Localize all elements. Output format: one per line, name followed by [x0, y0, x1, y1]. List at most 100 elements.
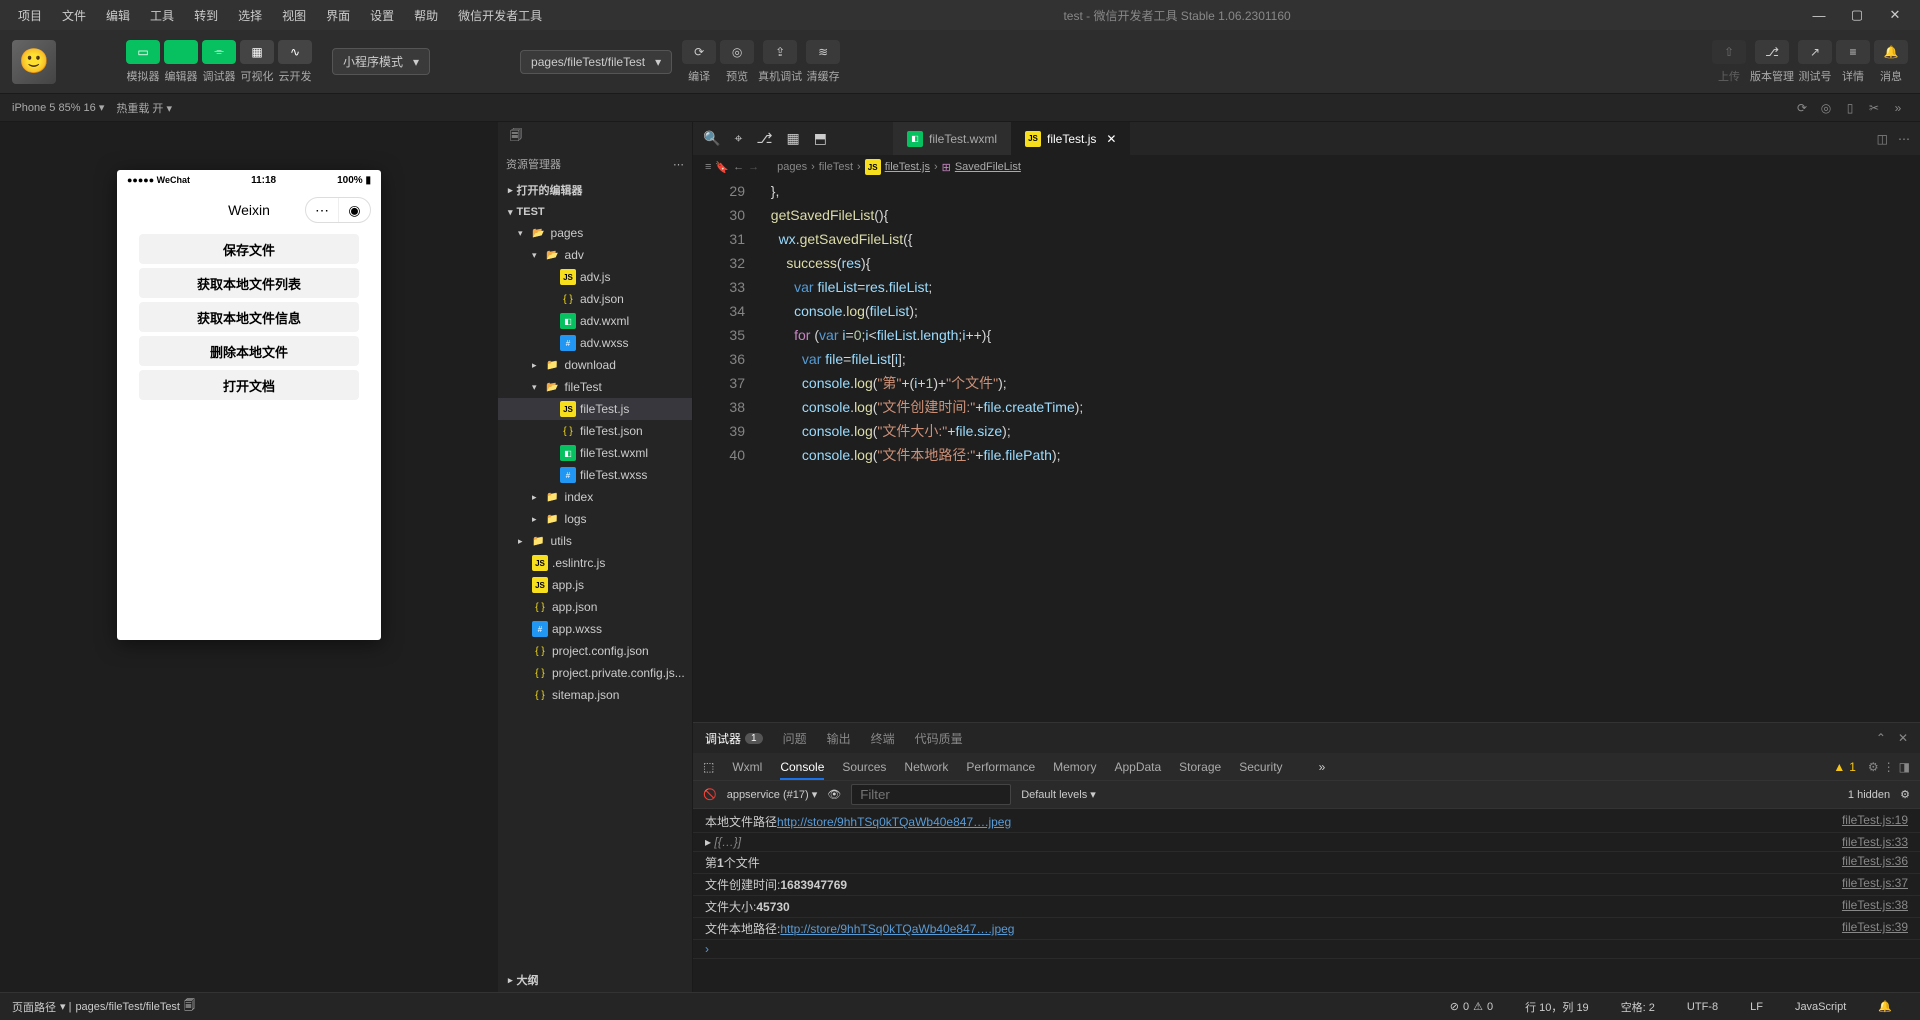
tree-item[interactable]: ▾📂pages — [498, 222, 692, 244]
app-button[interactable]: 保存文件 — [139, 234, 359, 264]
bc-bookmark-icon[interactable]: 🔖 — [715, 161, 729, 174]
devtabs-more-icon[interactable]: » — [1319, 760, 1326, 774]
tree-item[interactable]: { }fileTest.json — [498, 420, 692, 442]
dock-icon[interactable]: ◨ — [1899, 760, 1910, 774]
ext-icon[interactable]: ▦ — [786, 130, 799, 147]
cursor-icon[interactable]: ⌖ — [734, 130, 742, 147]
cut-icon[interactable]: ✂ — [1864, 98, 1884, 118]
cursor-pos[interactable]: 行 10，列 19 — [1525, 999, 1589, 1015]
tree-item[interactable]: ▾📂fileTest — [498, 376, 692, 398]
hotreload-toggle[interactable]: 热重载 开 ▾ — [116, 100, 172, 116]
home-icon[interactable]: ◎ — [1816, 98, 1836, 118]
eol[interactable]: LF — [1750, 999, 1763, 1015]
console-row[interactable]: 本地文件路径http://store/9hhTSq0kTQaWb40e847….… — [693, 811, 1920, 833]
console-row[interactable]: ▸ [{…}]fileTest.js:33 — [693, 833, 1920, 852]
menu-帮助[interactable]: 帮助 — [406, 4, 446, 27]
action-预览[interactable]: ◎预览 — [720, 40, 754, 84]
console-row[interactable]: 文件创建时间:1683947769fileTest.js:37 — [693, 874, 1920, 896]
devtab-AppData[interactable]: AppData — [1114, 760, 1161, 774]
dots-icon[interactable]: ⋮ — [1883, 760, 1895, 774]
errors-count[interactable]: ⊘ 0 ⚠ 0 — [1450, 999, 1493, 1015]
outline-section[interactable]: ▸大纲 — [498, 968, 692, 992]
tab-debugger[interactable]: 调试器1 — [705, 730, 763, 747]
tree-item[interactable]: { }project.private.config.js... — [498, 662, 692, 684]
device-select[interactable]: iPhone 5 85% 16 ▾ — [12, 101, 104, 114]
devtab-Sources[interactable]: Sources — [842, 760, 886, 774]
eye-icon[interactable]: 👁 — [827, 788, 841, 801]
tree-item[interactable]: ▸📁download — [498, 354, 692, 376]
devtab-Network[interactable]: Network — [904, 760, 948, 774]
indent[interactable]: 空格: 2 — [1621, 999, 1655, 1015]
warning-icon[interactable]: ▲ — [1833, 760, 1845, 774]
menu-编辑[interactable]: 编辑 — [98, 4, 138, 27]
raction-消息[interactable]: 🔔消息 — [1874, 40, 1908, 84]
encoding[interactable]: UTF-8 — [1687, 999, 1718, 1015]
tree-item[interactable]: { }project.config.json — [498, 640, 692, 662]
bc-fwd-icon[interactable]: → — [748, 161, 759, 173]
tree-item[interactable]: #adv.wxss — [498, 332, 692, 354]
menu-微信开发者工具[interactable]: 微信开发者工具 — [450, 4, 550, 27]
tree-item[interactable]: ▸📁utils — [498, 530, 692, 552]
branch-icon[interactable]: ⎇ — [756, 130, 772, 147]
inspect-icon[interactable]: ⬚ — [703, 760, 714, 774]
capsule[interactable]: ⋯ ◉ — [305, 197, 371, 223]
tree-item[interactable]: { }sitemap.json — [498, 684, 692, 706]
mode-编辑器[interactable]: 编辑器 — [164, 40, 198, 84]
avatar[interactable]: 🙂 — [12, 40, 56, 84]
console-row[interactable]: 文件大小:45730fileTest.js:38 — [693, 896, 1920, 918]
console-row[interactable]: 第1个文件fileTest.js:36 — [693, 852, 1920, 874]
console-output[interactable]: 本地文件路径http://store/9hhTSq0kTQaWb40e847….… — [693, 809, 1920, 992]
bc-nav-icon[interactable]: ≡ — [705, 161, 711, 173]
tab-quality[interactable]: 代码质量 — [915, 730, 963, 747]
tab-fileTest.wxml[interactable]: ◧fileTest.wxml — [893, 122, 1011, 155]
search-icon[interactable]: 🔍 — [703, 130, 720, 147]
close-button[interactable]: ✕ — [1880, 5, 1910, 25]
raction-测试号[interactable]: ↗测试号 — [1798, 40, 1832, 84]
tree-item[interactable]: ▸📁logs — [498, 508, 692, 530]
split-icon[interactable]: ◫ — [1877, 132, 1888, 146]
app-button[interactable]: 删除本地文件 — [139, 336, 359, 366]
tree-item[interactable]: JSapp.js — [498, 574, 692, 596]
tree-item[interactable]: { }app.json — [498, 596, 692, 618]
tree-item[interactable]: { }adv.json — [498, 288, 692, 310]
tree-item[interactable]: ◧adv.wxml — [498, 310, 692, 332]
files-icon[interactable]: 🗐 — [510, 126, 522, 147]
mode-模拟器[interactable]: ▭模拟器 — [126, 40, 160, 84]
action-编译[interactable]: ⟳编译 — [682, 40, 716, 84]
console-gear-icon[interactable]: ⚙ — [1900, 788, 1910, 801]
bell-icon[interactable]: 🔔 — [1878, 999, 1892, 1015]
raction-版本管理[interactable]: ⎇版本管理 — [1750, 40, 1794, 84]
raction-上传[interactable]: ⇧上传 — [1712, 40, 1746, 84]
tree-item[interactable]: #app.wxss — [498, 618, 692, 640]
menu-选择[interactable]: 选择 — [230, 4, 270, 27]
minimize-button[interactable]: — — [1804, 5, 1834, 25]
app-button[interactable]: 打开文档 — [139, 370, 359, 400]
devtab-Performance[interactable]: Performance — [966, 760, 1035, 774]
capsule-menu-icon[interactable]: ⋯ — [306, 198, 338, 222]
page-select[interactable]: pages/fileTest/fileTest▾ — [520, 50, 672, 74]
mode-云开发[interactable]: ∿云开发 — [278, 40, 312, 84]
tab-problems[interactable]: 问题 — [783, 730, 807, 747]
gear-icon[interactable]: ⚙ — [1868, 760, 1879, 774]
menu-界面[interactable]: 界面 — [318, 4, 358, 27]
tree-item[interactable]: JSadv.js — [498, 266, 692, 288]
project-section[interactable]: ▾TEST — [498, 202, 692, 222]
tree-item[interactable]: #fileTest.wxss — [498, 464, 692, 486]
menu-项目[interactable]: 项目 — [10, 4, 50, 27]
mode-select[interactable]: 小程序模式▾ — [332, 48, 430, 75]
opened-editors-section[interactable]: ▸打开的编辑器 — [498, 178, 692, 202]
tab-terminal[interactable]: 终端 — [871, 730, 895, 747]
mode-可视化[interactable]: ▦可视化 — [240, 40, 274, 84]
menu-视图[interactable]: 视图 — [274, 4, 314, 27]
raction-详情[interactable]: ≡详情 — [1836, 40, 1870, 84]
console-row[interactable]: 文件本地路径:http://store/9hhTSq0kTQaWb40e847…… — [693, 918, 1920, 940]
devtab-Console[interactable]: Console — [780, 760, 824, 780]
menu-转到[interactable]: 转到 — [186, 4, 226, 27]
tab-output[interactable]: 输出 — [827, 730, 851, 747]
package-icon[interactable]: ⬒ — [814, 130, 827, 147]
clear-console-icon[interactable]: 🚫 — [703, 788, 717, 801]
tab-fileTest.js[interactable]: JSfileTest.js✕ — [1011, 122, 1130, 155]
filter-input[interactable] — [851, 784, 1011, 805]
panel-close-icon[interactable]: ✕ — [1898, 731, 1908, 745]
mode-调试器[interactable]: ⌯调试器 — [202, 40, 236, 84]
